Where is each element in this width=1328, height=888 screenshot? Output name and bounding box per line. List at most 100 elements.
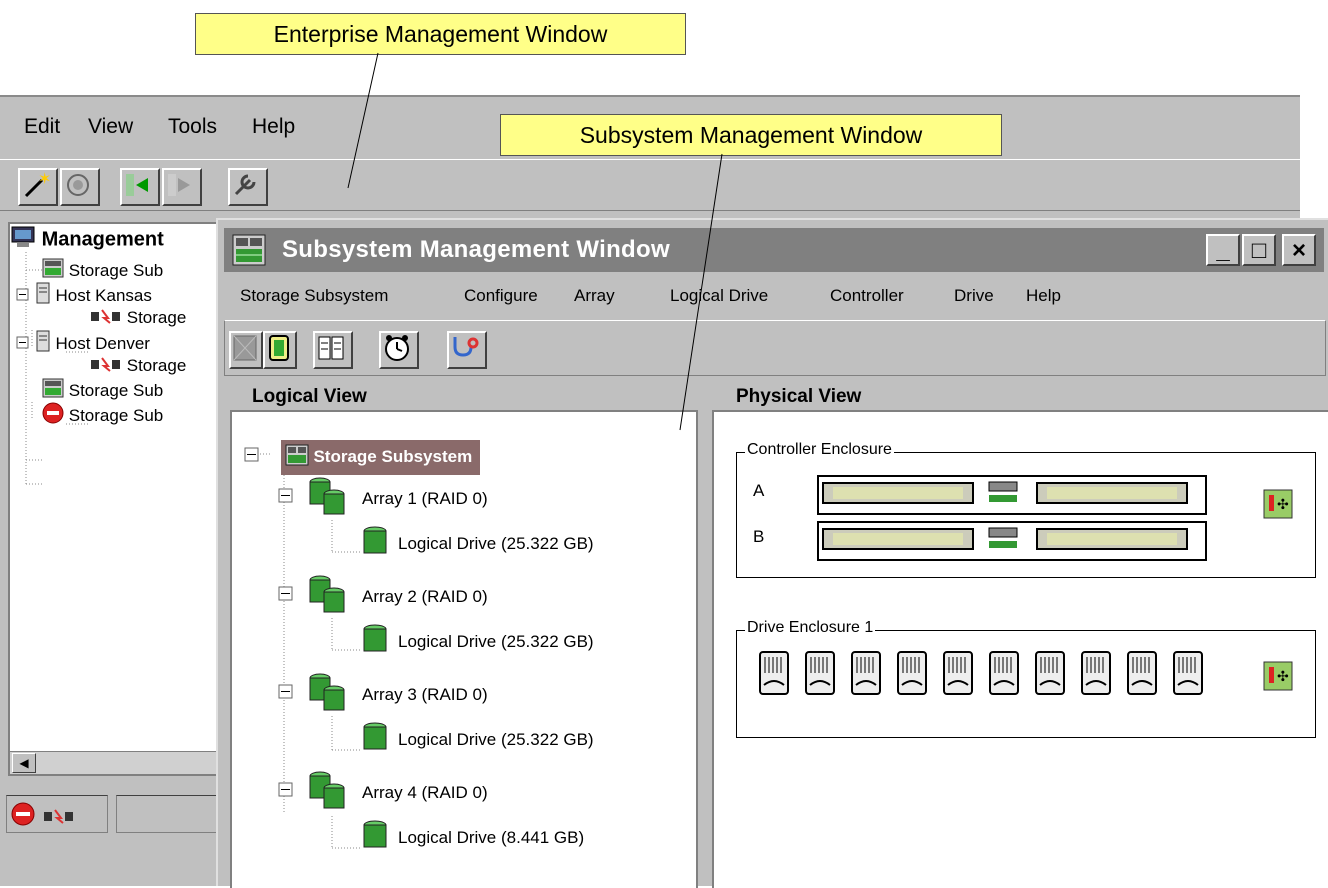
array-icon xyxy=(304,672,352,717)
wand-icon[interactable]: ✶ xyxy=(18,168,58,206)
tree-item-storage-agent-1[interactable]: Storage xyxy=(90,306,186,330)
disk-drive-icon[interactable] xyxy=(851,651,881,700)
disk-drive-icon[interactable] xyxy=(1127,651,1157,700)
controller-enclosure: Controller Enclosure A B ✣ xyxy=(736,441,1316,578)
tree-item-host-denver[interactable]: Host Denver xyxy=(16,330,150,354)
disk-drive-icon[interactable] xyxy=(1173,651,1203,700)
disk-drive-icon[interactable] xyxy=(897,651,927,700)
menu-logical-drive[interactable]: Logical Drive xyxy=(670,286,768,306)
array-item[interactable]: Array 4 (RAID 0) xyxy=(278,770,488,815)
controller-module[interactable] xyxy=(817,475,1207,515)
menu-edit[interactable]: Edit xyxy=(24,115,60,139)
stop-alert-icon xyxy=(11,802,35,831)
minimize-button[interactable]: _ xyxy=(1206,234,1240,266)
tree-item-host-kansas[interactable]: Host Kansas xyxy=(16,282,152,306)
menu-help[interactable]: Help xyxy=(1026,286,1061,306)
array-icon xyxy=(304,574,352,619)
tree-item-storage-1[interactable]: Storage Sub xyxy=(42,258,163,282)
thermometer-fan-icon[interactable]: ✣ xyxy=(1263,661,1293,696)
host-agent-icon xyxy=(90,354,122,379)
controller-enclosure-label: Controller Enclosure xyxy=(745,441,894,459)
disk-drive-icon[interactable] xyxy=(989,651,1019,700)
storage-subsystem-icon xyxy=(42,258,64,285)
logical-drive-icon xyxy=(362,526,388,561)
menu-view[interactable]: View xyxy=(88,115,133,139)
menu-array[interactable]: Array xyxy=(574,286,615,306)
tree-item-storage-3[interactable]: Storage Sub xyxy=(42,402,163,426)
menu-configure[interactable]: Configure xyxy=(464,286,538,306)
disk-drive-icon[interactable] xyxy=(943,651,973,700)
enterprise-toolbar: ✶ xyxy=(0,159,1300,211)
array-icon xyxy=(304,476,352,521)
subsystem-toolbar xyxy=(224,320,1326,376)
drive-enclosure-label: Drive Enclosure 1 xyxy=(745,619,876,637)
wrench-icon[interactable] xyxy=(228,168,268,206)
drive-enclosure: Drive Enclosure 1 ✣ xyxy=(736,619,1316,738)
menu-controller[interactable]: Controller xyxy=(830,286,904,306)
array-icon xyxy=(304,770,352,815)
clock-icon[interactable] xyxy=(379,331,419,369)
storage-subsystem-icon xyxy=(42,378,64,405)
tree-item-storage-2[interactable]: Storage Sub xyxy=(42,378,163,402)
storage-subsystem-icon xyxy=(232,234,266,271)
collapse-minus-icon[interactable] xyxy=(278,586,294,607)
host-icon xyxy=(35,330,51,359)
collapse-minus-icon[interactable] xyxy=(244,447,260,468)
collapse-minus-icon[interactable] xyxy=(278,488,294,509)
array-item[interactable]: Array 2 (RAID 0) xyxy=(278,574,488,619)
window-title: Subsystem Management Window xyxy=(282,236,670,263)
horizontal-scrollbar[interactable]: ◀ xyxy=(10,751,225,774)
menu-tools[interactable]: Tools xyxy=(168,115,217,139)
expand-minus-icon[interactable] xyxy=(16,333,30,357)
menu-storage-subsystem[interactable]: Storage Subsystem xyxy=(240,286,388,306)
stethoscope-icon[interactable] xyxy=(447,331,487,369)
disk-drive-icon[interactable] xyxy=(1081,651,1111,700)
scroll-left-button[interactable]: ◀ xyxy=(12,753,36,773)
svg-text:✶: ✶ xyxy=(38,171,51,188)
remove-icon[interactable] xyxy=(162,168,202,206)
maximize-button[interactable]: □ xyxy=(1242,234,1276,266)
svg-text:✣: ✣ xyxy=(1277,668,1289,684)
collapse-minus-icon[interactable] xyxy=(278,782,294,803)
tree-item-storage-agent-2[interactable]: Storage xyxy=(90,354,186,378)
disk-drive-icon[interactable] xyxy=(805,651,835,700)
discover-icon[interactable] xyxy=(60,168,100,206)
book-icon[interactable] xyxy=(313,331,353,369)
controller-module[interactable] xyxy=(817,521,1207,561)
logical-view-heading: Logical View xyxy=(252,386,367,407)
close-button[interactable]: × xyxy=(1282,234,1316,266)
logical-drive-item[interactable]: Logical Drive (25.322 GB) xyxy=(362,624,594,659)
status-field xyxy=(116,795,218,833)
expand-minus-icon[interactable] xyxy=(16,285,30,309)
logical-drive-icon xyxy=(362,820,388,855)
logical-root[interactable]: Storage Subsystem xyxy=(244,440,481,475)
menu-help[interactable]: Help xyxy=(252,115,295,139)
array-item[interactable]: Array 1 (RAID 0) xyxy=(278,476,488,521)
host-agent-icon xyxy=(43,806,75,829)
host-agent-icon xyxy=(90,306,122,331)
stop-alert-icon xyxy=(42,402,64,431)
callout-enterprise: Enterprise Management Window xyxy=(195,13,686,55)
collapse-minus-icon[interactable] xyxy=(278,684,294,705)
logical-drive-icon xyxy=(362,722,388,757)
logical-drive-item[interactable]: Logical Drive (8.441 GB) xyxy=(362,820,584,855)
svg-text:✣: ✣ xyxy=(1277,496,1289,512)
title-bar: Subsystem Management Window _ □ × xyxy=(224,228,1324,272)
disk-drive-icon[interactable] xyxy=(759,651,789,700)
callout-subsystem: Subsystem Management Window xyxy=(500,114,1002,156)
menu-drive[interactable]: Drive xyxy=(954,286,994,306)
subsystem-management-window: Subsystem Management Window _ □ × Storag… xyxy=(216,218,1328,888)
logical-drive-item[interactable]: Logical Drive (25.322 GB) xyxy=(362,722,594,757)
storage-icon[interactable] xyxy=(229,331,263,369)
logical-drive-item[interactable]: Logical Drive (25.322 GB) xyxy=(362,526,594,561)
array-icon[interactable] xyxy=(263,331,297,369)
thermometer-fan-icon[interactable]: ✣ xyxy=(1263,489,1293,524)
host-icon xyxy=(35,282,51,311)
enterprise-tree: Management Storage Sub Host Kansas Stora… xyxy=(8,222,227,776)
disk-drive-icon[interactable] xyxy=(1035,651,1065,700)
add-icon[interactable] xyxy=(120,168,160,206)
array-item[interactable]: Array 3 (RAID 0) xyxy=(278,672,488,717)
logical-view-panel: Storage Subsystem Array 1 (RAID 0) Logica… xyxy=(230,410,698,888)
physical-view-panel: Controller Enclosure A B ✣ Drive Enclosur… xyxy=(712,410,1328,888)
controller-label: B xyxy=(753,527,765,546)
